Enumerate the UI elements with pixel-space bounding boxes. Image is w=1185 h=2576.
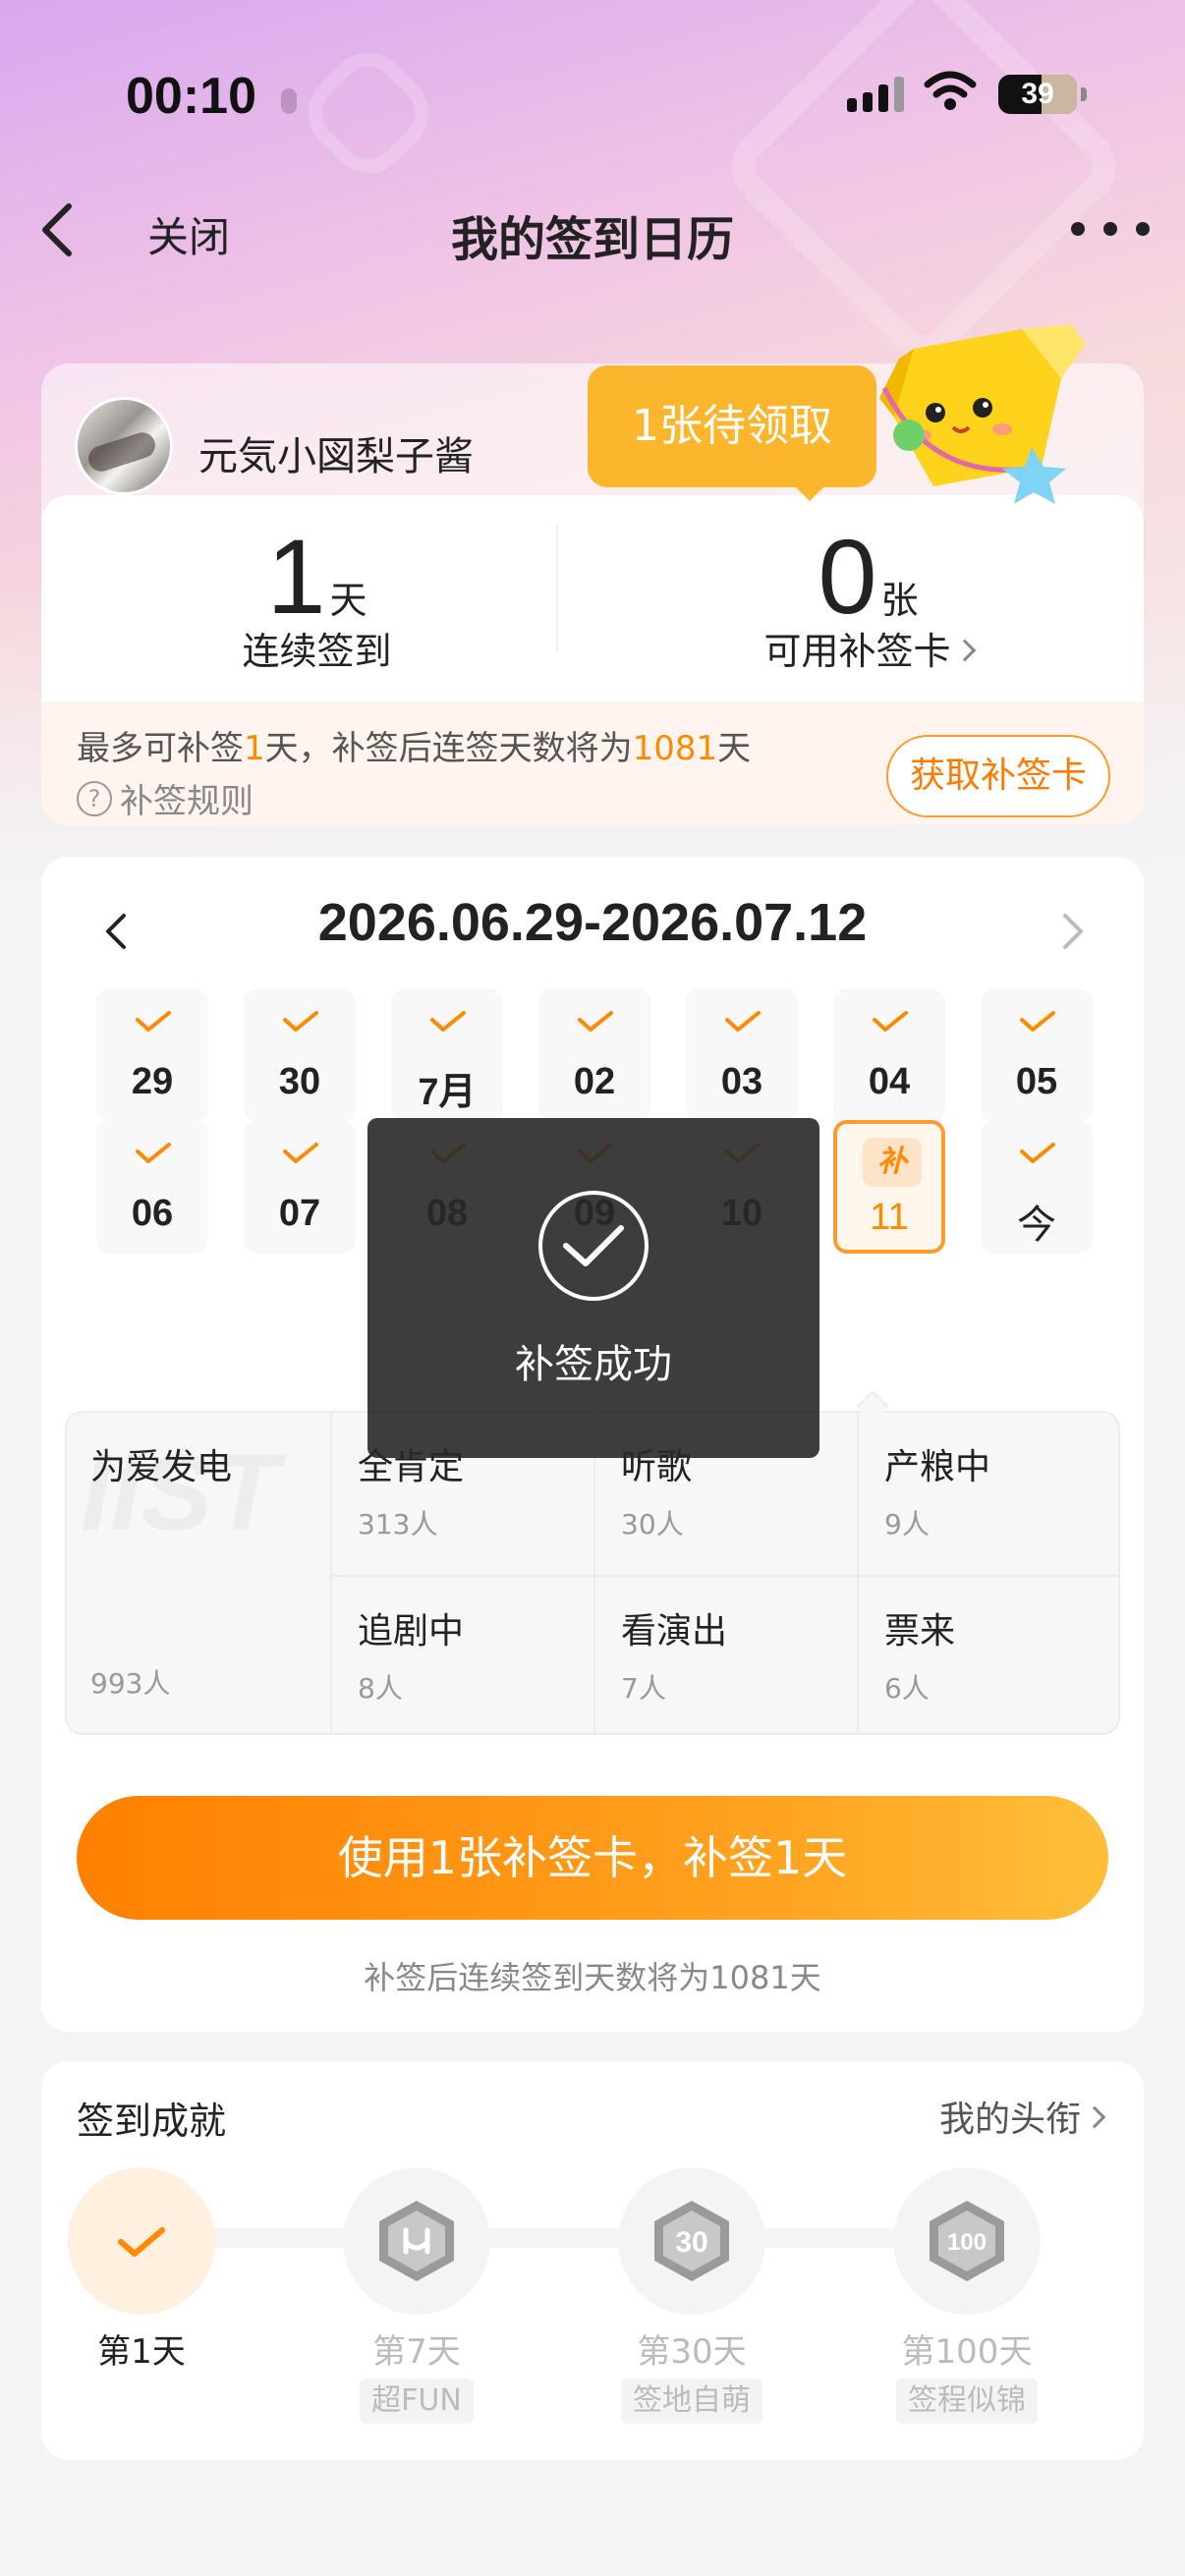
check-icon [118,2227,165,2257]
more-options-icon[interactable] [1071,222,1150,242]
achievement-day-1[interactable]: 第1天 [63,2167,220,2373]
group-cell[interactable]: 看演出 7人 [593,1575,857,1733]
streak-unit: 天 [329,579,367,622]
calendar-day[interactable]: 05 [981,988,1093,1122]
cards-unit: 张 [880,579,919,622]
avatar[interactable] [75,397,173,495]
success-toast: 补签成功 [367,1118,819,1458]
hexagon-badge-icon: 100 [930,2201,1004,2281]
day-label: 30 [278,1061,321,1102]
mascot-illustration [879,324,1086,504]
chevron-right-icon [1083,2105,1106,2129]
check-icon [578,1011,613,1032]
toast-message: 补签成功 [515,1342,672,1387]
svg-text:30: 30 [675,2226,707,2259]
cellular-signal-icon [847,77,904,112]
divider [556,525,558,652]
hexagon-badge-icon [379,2201,454,2281]
day-label: 06 [131,1193,174,1234]
calendar-day[interactable]: 今 [981,1120,1093,1254]
group-cell[interactable]: 产粮中 9人 [857,1413,1118,1575]
after-makeup-hint: 补签后连续签到天数将为1081天 [364,1959,821,1996]
day-label: 今 [1017,1203,1056,1248]
hexagon-badge-icon: 30 [654,2201,729,2281]
cards-value: 0 [818,517,876,636]
makeup-info-strip: 最多可补签1天，补签后连签天数将为1081天 ? 补签规则 获取补签卡 [41,701,1144,825]
status-bar: 00:10 39 [0,0,1185,187]
calendar-day[interactable]: 07 [244,1120,356,1254]
day-label: 03 [720,1061,763,1102]
achievement-day-30[interactable]: 30 第30天 签地自萌 [613,2167,770,2424]
username: 元気小図梨子酱 [198,434,474,479]
day-label: 05 [1015,1061,1058,1102]
sign-groups-grid: IIST 为爱发电 993人 全肯定 313人 听歌 30人 产粮中 9人 追剧… [65,1411,1120,1735]
day-label: 7月 [418,1072,477,1113]
achievement-day-100[interactable]: 100 第100天 签程似锦 [888,2167,1045,2424]
streak-value: 1 [266,517,325,636]
check-icon [136,1011,171,1032]
pending-tip-bubble[interactable]: 1张待领取 [588,365,876,501]
calendar-day[interactable]: 02 [538,988,650,1122]
calendar-day[interactable]: 06 [96,1120,208,1254]
calendar-day[interactable]: 04 [833,988,945,1122]
check-icon [136,1143,171,1163]
rules-label: 补签规则 [120,782,254,821]
calendar-day[interactable]: 29 [96,988,208,1122]
my-titles-link[interactable]: 我的头衔 [939,2091,1106,2142]
day-label: 04 [868,1061,911,1102]
makeup-badge: 补 [863,1138,922,1187]
group-cell[interactable]: 为爱发电 993人 [67,1413,330,1733]
check-icon [873,1011,908,1032]
battery-icon: 39 [998,75,1087,114]
status-time: 00:10 [126,68,256,125]
get-makeup-card-button[interactable]: 获取补签卡 [886,735,1110,817]
day-label: 11 [870,1197,909,1238]
check-circle-icon [538,1191,649,1301]
use-makeup-card-button[interactable]: 使用1张补签卡，补签1天 [77,1796,1108,1920]
privacy-dot-icon [281,88,297,114]
stats-box: 1天 连续签到 0张 可用补签卡 [41,495,1144,701]
makeup-info-text: 最多可补签1天，补签后连签天数将为1081天 [77,729,752,768]
calendar-day[interactable]: 7月 [391,988,503,1122]
makeup-cards-stat[interactable]: 0张 可用补签卡 [592,495,1144,701]
day-label: 07 [278,1193,321,1234]
streak-stat: 1天 连续签到 [41,495,592,701]
next-week-arrow-icon[interactable] [1053,902,1093,961]
check-icon [1020,1143,1055,1163]
streak-label: 连续签到 [242,630,392,673]
achievements-card: 签到成就 我的头衔 第1天 第7天 超FUN 30 第30天 签地自萌 100 … [41,2061,1144,2460]
chevron-right-icon [953,639,976,661]
achievement-day-7[interactable]: 第7天 超FUN [338,2167,495,2424]
svg-text:100: 100 [947,2229,987,2256]
check-icon [430,1011,466,1032]
calendar-day[interactable]: 03 [686,988,798,1122]
battery-level: 39 [1021,78,1054,110]
check-icon [725,1011,761,1032]
question-icon: ? [77,780,112,816]
day-label: 02 [573,1061,616,1102]
page-title: 我的签到日历 [450,212,734,267]
calendar-day[interactable]: 30 [244,988,356,1122]
calendar-date-range: 2026.06.29-2026.07.12 [317,893,868,952]
achievements-title: 签到成就 [77,2100,227,2143]
day-label: 29 [131,1061,174,1102]
check-icon [283,1143,318,1163]
cards-label: 可用补签卡 [763,630,951,673]
calendar-day[interactable]: 补 11 [833,1120,945,1254]
check-icon [283,1011,318,1032]
makeup-rules-link[interactable]: ? 补签规则 [77,774,254,822]
group-cell[interactable]: 票来 6人 [857,1575,1118,1733]
wifi-icon [924,71,977,110]
group-cell[interactable]: 追剧中 8人 [330,1575,593,1733]
check-icon [1020,1011,1055,1032]
nav-bar: 关闭 我的签到日历 [0,187,1185,275]
